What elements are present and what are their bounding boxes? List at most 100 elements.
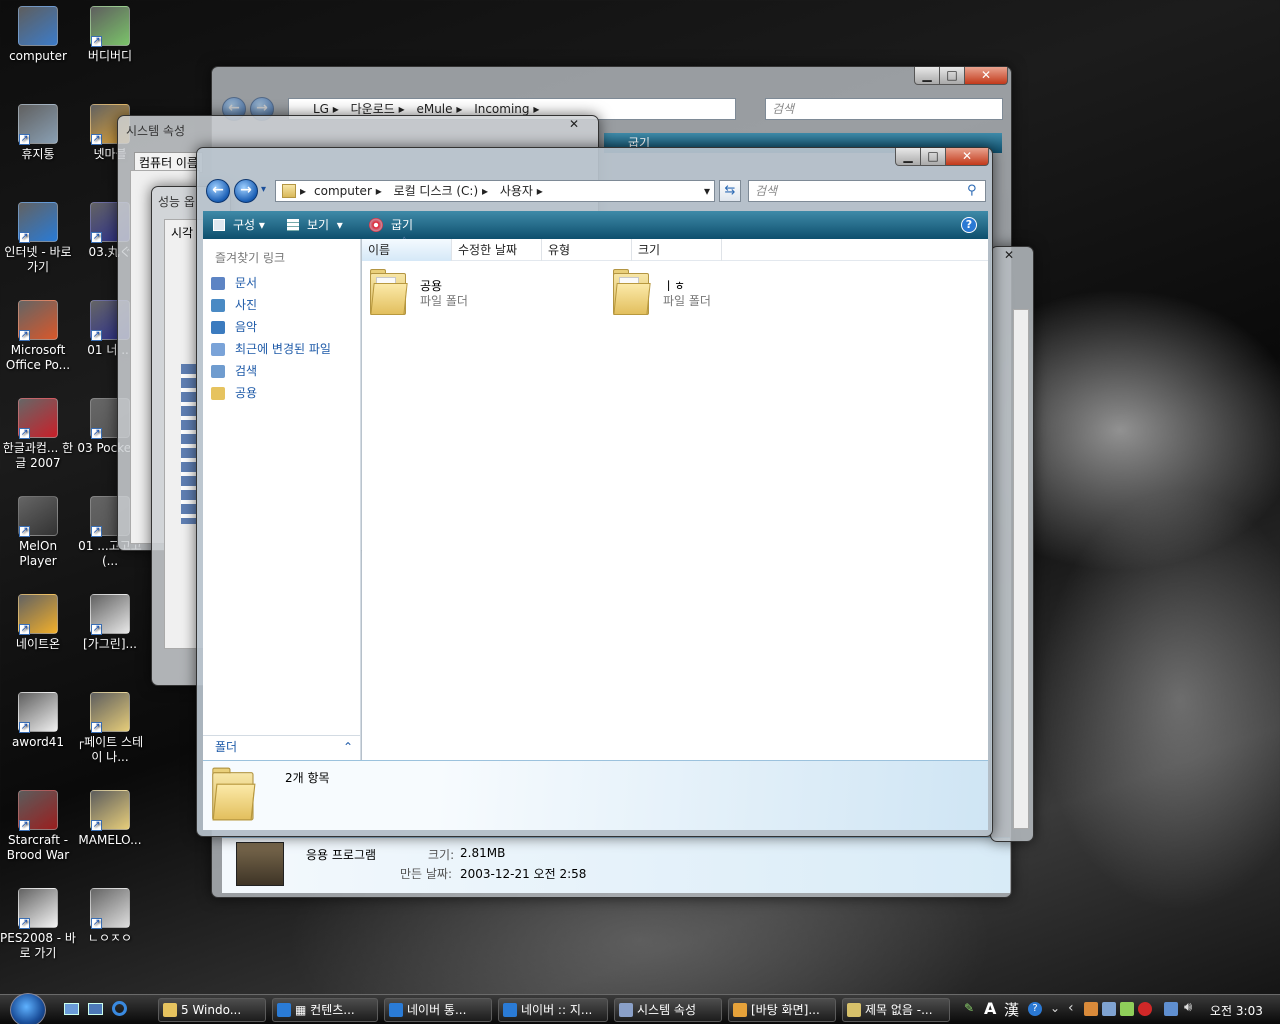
- help-icon[interactable]: ?: [1028, 1002, 1042, 1016]
- maximize-button[interactable]: □: [939, 67, 965, 85]
- crumb[interactable]: eMule: [416, 102, 452, 116]
- column-size[interactable]: 크기: [632, 239, 722, 261]
- crumb-local-disk[interactable]: 로컬 디스크 (C:): [394, 184, 479, 198]
- close-button[interactable]: ✕: [945, 148, 989, 166]
- back-arrow-icon[interactable]: ←: [206, 179, 230, 203]
- forward-arrow-icon[interactable]: →: [234, 179, 258, 203]
- desktop-icon[interactable]: ↗ 버디버디: [72, 6, 148, 64]
- desktop-icon[interactable]: ↗ Starcraft - Brood War: [0, 790, 76, 863]
- tray-app-icon[interactable]: [1102, 1002, 1116, 1016]
- ie-quicklaunch-icon[interactable]: [112, 1001, 127, 1016]
- taskbar-button[interactable]: 네이버 :: 지...: [498, 998, 608, 1022]
- crumb-computer[interactable]: computer: [314, 184, 372, 198]
- item-type: 파일 폴더: [663, 294, 711, 308]
- favorite-link[interactable]: 최근에 변경된 파일: [203, 338, 361, 360]
- tray-language-icon[interactable]: ✎: [964, 1001, 980, 1017]
- sort-ascending-icon: ˄: [402, 237, 407, 247]
- favorite-link-label: 공용: [235, 386, 258, 400]
- tray-app-icon[interactable]: [1084, 1002, 1098, 1016]
- checkbox-list[interactable]: [181, 364, 197, 524]
- column-modified[interactable]: 수정한 날짜: [452, 239, 542, 261]
- crumb[interactable]: Incoming: [474, 102, 529, 116]
- desktop-icon[interactable]: computer: [0, 6, 76, 64]
- desktop-icon-label: 버디버디: [87, 49, 133, 63]
- favorite-links: 문서 사진음악최근에 변경된 파일검색공용: [203, 272, 361, 404]
- tray-app-icon[interactable]: [1120, 1002, 1134, 1016]
- tray-app-icon[interactable]: [1138, 1002, 1152, 1016]
- right-window[interactable]: ✕: [990, 246, 1034, 842]
- folder-item[interactable]: ㅣㅎ 파일 폴더: [611, 267, 811, 319]
- ime-hanja[interactable]: 漢: [1004, 999, 1019, 1020]
- search-icon[interactable]: ⚲: [967, 183, 977, 198]
- crumb[interactable]: LG: [313, 102, 329, 116]
- desktop-icon[interactable]: ↗ MelOn Player: [0, 496, 76, 569]
- network-icon[interactable]: [1164, 1002, 1178, 1016]
- shortcut-arrow-icon: ↗: [91, 36, 102, 47]
- tray-expand-icon[interactable]: ‹: [1068, 1000, 1074, 1016]
- desktop-icon[interactable]: ↗ MAMELO...: [72, 790, 148, 848]
- desktop-icon[interactable]: ↗ [가그린]...: [72, 594, 148, 652]
- taskbar-button-icon: [163, 1003, 177, 1017]
- start-orb[interactable]: [10, 993, 46, 1024]
- taskbar-button[interactable]: 시스템 속성: [614, 998, 722, 1022]
- views-button[interactable]: 보기 ▾: [307, 211, 343, 239]
- maximize-button[interactable]: □: [920, 148, 946, 166]
- favorite-link[interactable]: 사진: [203, 294, 361, 316]
- desktop-icon[interactable]: ↗ ┌페이트 스테이 나...: [72, 692, 148, 765]
- show-desktop-icon[interactable]: [64, 1003, 79, 1015]
- help-icon[interactable]: ?: [961, 217, 977, 233]
- desktop-icon[interactable]: ↗ 휴지통: [0, 104, 76, 162]
- desktop-icon[interactable]: ↗ 네이트온: [0, 594, 76, 652]
- explorer-window[interactable]: ▁ □ ✕ ← → ▾ ▸ computer ▸ 로컬 디스크 (C:) ▸ 사…: [196, 147, 993, 837]
- taskbar-button[interactable]: ▦ 컨텐츠...: [272, 998, 378, 1022]
- favorite-link-label: 최근에 변경된 파일: [235, 342, 331, 356]
- organize-button[interactable]: 구성 ▾: [233, 211, 265, 239]
- favorite-link[interactable]: 공용: [203, 382, 361, 404]
- desktop-icon[interactable]: ↗ aword41: [0, 692, 76, 750]
- column-name[interactable]: 이름 ˄: [362, 237, 452, 261]
- ime-mode[interactable]: A: [984, 999, 996, 1018]
- taskbar-button-label: [바탕 화면]...: [751, 1003, 820, 1017]
- taskbar-button[interactable]: 5 Windo...: [158, 998, 266, 1022]
- desktop-icon[interactable]: ↗ 인터넷 - 바로 가기: [0, 202, 76, 275]
- search-input[interactable]: 검색: [765, 98, 1003, 120]
- minimize-button[interactable]: ▁: [914, 67, 940, 85]
- desktop-icon[interactable]: ↗ ㄴㅇㅈㅇ: [72, 888, 148, 946]
- scrollbar[interactable]: [1013, 309, 1029, 829]
- desktop-icon-image: ↗: [18, 790, 58, 831]
- search-input[interactable]: 검색: [748, 180, 986, 202]
- desktop-icon-image: ↗: [18, 496, 58, 537]
- folder-item[interactable]: 공용 파일 폴더: [368, 267, 568, 319]
- desktop-icon[interactable]: ↗ PES2008 - 바로 가기: [0, 888, 76, 961]
- minimize-button[interactable]: ▁: [895, 148, 921, 166]
- favorite-link[interactable]: 검색: [203, 360, 361, 382]
- taskbar-button[interactable]: 네이버 통...: [384, 998, 492, 1022]
- desktop-icon[interactable]: ↗ Microsoft Office Po...: [0, 300, 76, 373]
- crumb[interactable]: 다운로드: [351, 102, 395, 116]
- close-button[interactable]: ✕: [964, 67, 1008, 85]
- close-button[interactable]: ✕: [991, 247, 1027, 265]
- taskbar-button[interactable]: 제목 없음 -...: [842, 998, 950, 1022]
- dropdown-arrow-icon[interactable]: ▾: [704, 181, 710, 201]
- column-type[interactable]: 유형: [542, 239, 632, 261]
- favorite-link[interactable]: 음악: [203, 316, 361, 338]
- crumb-users[interactable]: 사용자: [500, 184, 533, 198]
- refresh-button[interactable]: ⇆: [719, 180, 741, 202]
- favorite-link[interactable]: 문서: [203, 272, 361, 294]
- address-bar[interactable]: ▸ computer ▸ 로컬 디스크 (C:) ▸ 사용자 ▸ ▾: [275, 180, 715, 202]
- desktop-icon[interactable]: ↗ 한글과컴... 한글 2007: [0, 398, 76, 471]
- tab-visual[interactable]: 시각: [171, 224, 193, 241]
- folders-toggle[interactable]: 폴더 ⌃: [203, 735, 361, 757]
- switch-windows-icon[interactable]: [88, 1003, 103, 1015]
- recent-pages-chevron-icon[interactable]: ▾: [261, 184, 266, 195]
- volume-icon[interactable]: 🔊︎: [1184, 1000, 1192, 1015]
- favorite-link-icon: [211, 387, 225, 400]
- clock[interactable]: 오전 3:03: [1210, 1002, 1263, 1019]
- desktop-icon-image: ↗: [18, 104, 58, 145]
- desktop-icon-label: 휴지통: [21, 147, 55, 161]
- options-icon[interactable]: ⌄: [1050, 1001, 1060, 1015]
- close-button[interactable]: ✕: [554, 116, 594, 134]
- favorite-link-label: 검색: [235, 364, 258, 378]
- taskbar-button[interactable]: [바탕 화면]...: [728, 998, 836, 1022]
- favorite-link-label: 음악: [235, 320, 258, 334]
